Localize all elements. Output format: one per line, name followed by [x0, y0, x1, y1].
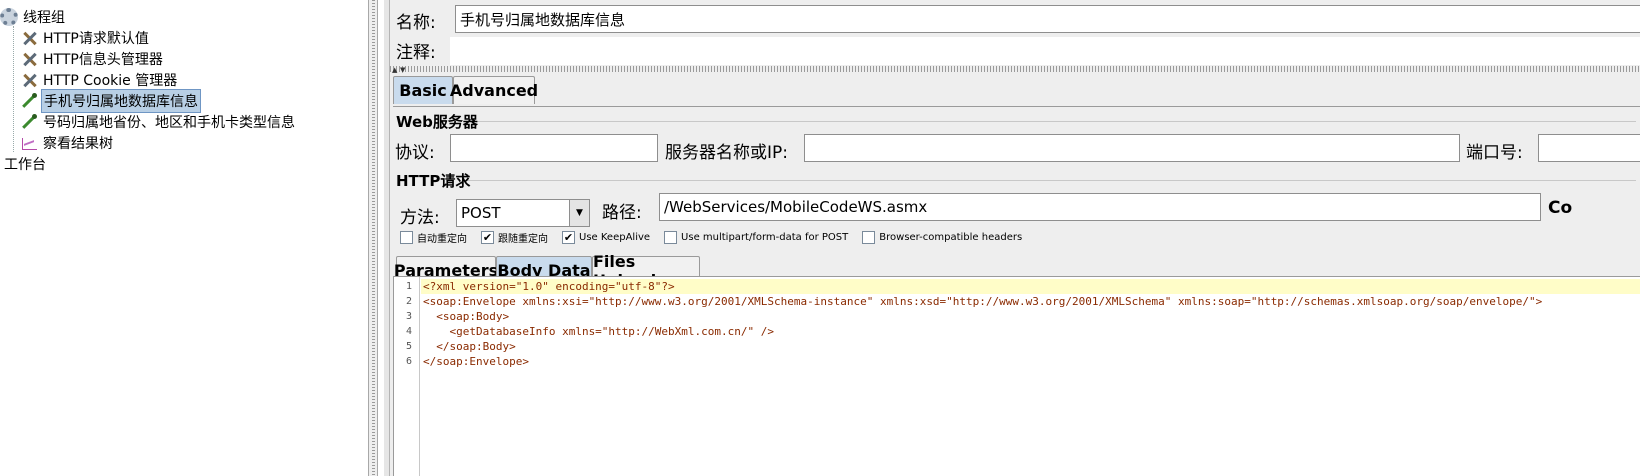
tree-item-number-region[interactable]: 号码归属地省份、地区和手机卡类型信息 [20, 111, 297, 133]
collapse-down-icon[interactable]: ▼ [400, 66, 405, 74]
protocol-label: 协议: [395, 143, 435, 163]
path-label: 路径: [602, 203, 642, 223]
checkbox-box[interactable] [400, 231, 413, 244]
port-field[interactable] [1538, 134, 1640, 162]
path-field[interactable]: /WebServices/MobileCodeWS.asmx [659, 193, 1541, 221]
browser-headers-checkbox[interactable]: Browser-compatible headers [862, 231, 1022, 244]
tree-item-label: 手机号归属地数据库信息 [41, 89, 201, 113]
code-line: </soap:Body> [423, 340, 516, 353]
expand-up-icon[interactable]: ▲ [392, 66, 397, 74]
tree-item-label: 线程组 [23, 10, 65, 26]
method-label: 方法: [400, 208, 440, 228]
server-label: 服务器名称或IP: [665, 143, 788, 163]
tree-item-label: HTTP Cookie 管理器 [43, 73, 178, 89]
checkmark-icon[interactable]: ✔ [481, 231, 494, 244]
tree-item-cookie-manager[interactable]: HTTP Cookie 管理器 [20, 69, 179, 91]
tools-icon [20, 71, 38, 89]
sampler-icon [20, 92, 38, 110]
method-select[interactable]: POST ▼ [456, 199, 590, 227]
results-tree-icon [20, 134, 38, 152]
options-row: 自动重定向 ✔ 跟随重定向 ✔ Use KeepAlive Use multip… [400, 230, 1036, 245]
comment-label: 注释: [396, 43, 436, 63]
gear-icon [0, 8, 18, 26]
name-label: 名称: [396, 13, 436, 33]
comment-field[interactable] [450, 37, 1640, 65]
checkbox-label: 跟随重定向 [498, 234, 548, 245]
checkbox-box[interactable] [664, 231, 678, 244]
checkbox-label: Use multipart/form-data for POST [681, 232, 849, 243]
tab-underline [393, 106, 1640, 107]
web-server-title: Web服务器 [396, 113, 478, 131]
line-number: 6 [405, 356, 412, 367]
checkbox-box[interactable] [862, 231, 876, 244]
code-line: <getDatabaseInfo xmlns="http://WebXml.co… [423, 325, 774, 338]
tools-icon [20, 29, 38, 47]
tree-item-label: HTTP请求默认值 [43, 31, 149, 47]
checkbox-label: Use KeepAlive [579, 232, 651, 243]
chevron-down-icon[interactable]: ▼ [569, 200, 589, 226]
checkmark-icon[interactable]: ✔ [562, 231, 575, 244]
http-request-title: HTTP请求 [396, 172, 471, 190]
code-line: <soap:Body> [423, 310, 510, 323]
port-label: 端口号: [1466, 143, 1523, 163]
split-pane-divider[interactable] [368, 0, 378, 476]
group-border [466, 121, 1636, 122]
collapse-divider[interactable] [390, 66, 1640, 72]
line-number: 2 [405, 296, 412, 307]
tools-icon [20, 50, 38, 68]
follow-redirect-checkbox[interactable]: ✔ 跟随重定向 [481, 230, 548, 245]
server-field[interactable] [804, 134, 1460, 162]
tab-advanced[interactable]: Advanced [450, 76, 538, 104]
tree-item-mobile-db-info[interactable]: 手机号归属地数据库信息 [20, 89, 201, 113]
tree-item-results-tree[interactable]: 察看结果树 [20, 132, 115, 154]
body-data-editor[interactable]: 1 2 3 4 5 6 <?xml version="1.0" encoding… [393, 276, 1640, 476]
name-field[interactable]: 手机号归属地数据库信息 [455, 5, 1640, 33]
tree-item-label: 号码归属地省份、地区和手机卡类型信息 [43, 115, 295, 131]
tab-basic[interactable]: Basic [393, 76, 453, 104]
line-number: 1 [405, 281, 412, 292]
tree-item-label: HTTP信息头管理器 [43, 52, 163, 68]
tree-item-header-manager[interactable]: HTTP信息头管理器 [20, 48, 165, 70]
line-number: 4 [405, 326, 412, 337]
tree-item-workbench[interactable]: 工作台 [2, 153, 48, 175]
line-number: 5 [405, 341, 412, 352]
line-number: 3 [405, 311, 412, 322]
code-line: </soap:Envelope> [423, 355, 529, 368]
checkbox-label: Browser-compatible headers [879, 232, 1023, 243]
tree-item-http-defaults[interactable]: HTTP请求默认值 [20, 27, 151, 49]
group-border [466, 180, 1636, 181]
tree-guide-line [13, 26, 14, 152]
code-line: <soap:Envelope xmlns:xsi="http://www.w3.… [423, 295, 1543, 308]
multipart-checkbox[interactable]: Use multipart/form-data for POST [664, 231, 848, 244]
test-plan-tree: 线程组 HTTP请求默认值 HTTP信息头管理器 HTTP Cookie 管理器… [0, 0, 368, 476]
tree-item-label: 工作台 [4, 157, 46, 173]
content-encoding-label: Co [1548, 198, 1573, 218]
sampler-icon [20, 113, 38, 131]
method-value: POST [461, 204, 501, 222]
http-request-panel: 名称: 手机号归属地数据库信息 注释: ▲ ▼ Basic Advanced W… [390, 0, 1640, 476]
code-line: <?xml version="1.0" encoding="utf-8"?> [423, 280, 675, 293]
checkbox-label: 自动重定向 [417, 234, 467, 245]
keepalive-checkbox[interactable]: ✔ Use KeepAlive [562, 231, 650, 244]
auto-redirect-checkbox[interactable]: 自动重定向 [400, 230, 467, 245]
tree-item-thread-group[interactable]: 线程组 [0, 6, 67, 28]
protocol-field[interactable] [450, 134, 658, 162]
tree-item-label: 察看结果树 [43, 136, 113, 152]
